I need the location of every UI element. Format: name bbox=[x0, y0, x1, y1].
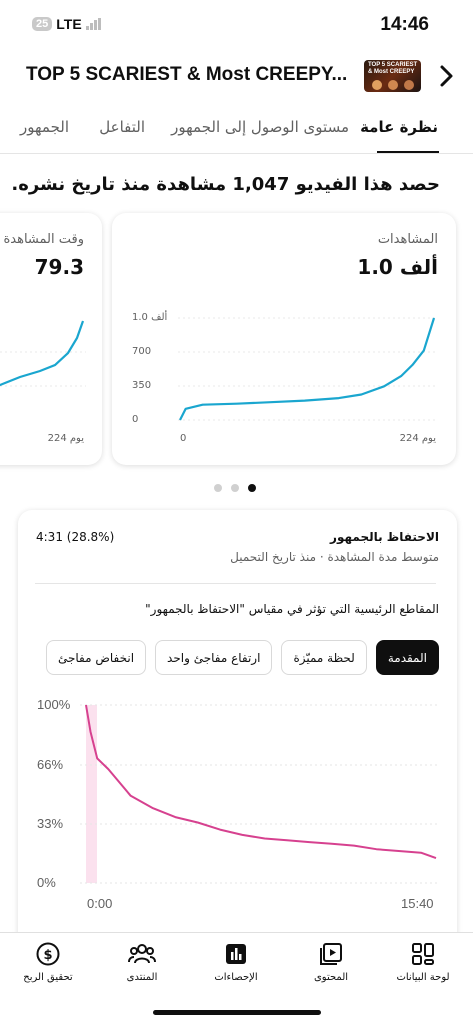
chip-top-moment[interactable]: لحظة مميّزة bbox=[281, 640, 367, 675]
thumbnail-text: TOP 5 SCARIEST & Most CREEPY bbox=[368, 62, 418, 75]
divider bbox=[35, 583, 436, 584]
nav-label: الإحصاءات bbox=[214, 972, 258, 983]
y-tick: 0% bbox=[37, 875, 56, 890]
nav-content[interactable]: المحتوى bbox=[286, 941, 376, 983]
y-tick: 350 bbox=[132, 380, 152, 391]
y-tick: 33% bbox=[37, 816, 64, 831]
community-icon bbox=[128, 944, 156, 964]
views-chart bbox=[178, 317, 436, 421]
watch-time-chart bbox=[0, 320, 86, 387]
chip-intro[interactable]: المقدمة bbox=[375, 640, 439, 675]
status-time: 14:46 bbox=[380, 14, 429, 35]
views-label: المشاهدات bbox=[377, 232, 438, 247]
y-tick: 700 bbox=[132, 346, 152, 357]
nav-label: المنتدى bbox=[126, 972, 158, 983]
retention-subtitle: متوسط مدة المشاهدة · منذ تاريخ التحميل bbox=[230, 550, 439, 564]
tab-engagement[interactable]: التفاعل bbox=[99, 118, 145, 136]
analytics-icon bbox=[226, 944, 246, 964]
nav-dashboard[interactable]: لوحة البيانات bbox=[378, 941, 468, 983]
video-title: TOP 5 SCARIEST & Most CREEPY... bbox=[26, 64, 348, 85]
retention-title: الاحتفاظ بالجمهور bbox=[330, 530, 439, 544]
key-moments-heading: المقاطع الرئيسية التي تؤثر في مقياس "الا… bbox=[145, 602, 439, 616]
content-icon bbox=[320, 943, 342, 965]
retention-value: 4:31 (28.8%) bbox=[36, 530, 115, 544]
y-tick: 100% bbox=[37, 697, 71, 712]
svg-text:$: $ bbox=[43, 948, 52, 963]
battery-indicator: 25 bbox=[32, 17, 53, 31]
carousel-pagination bbox=[214, 484, 256, 492]
nav-earn[interactable]: $ تحقيق الربح bbox=[3, 941, 93, 983]
nav-label: تحقيق الربح bbox=[23, 972, 73, 983]
page-dot-active[interactable] bbox=[248, 484, 256, 492]
y-tick: 0 bbox=[132, 414, 139, 425]
watch-time-value: 79.3 bbox=[34, 255, 84, 279]
earn-icon: $ bbox=[36, 942, 60, 966]
page-dot[interactable] bbox=[231, 484, 239, 492]
x-tick-start: 0 bbox=[180, 433, 187, 444]
dashboard-icon bbox=[412, 943, 434, 965]
network-label: LTE bbox=[56, 16, 82, 32]
retention-series-line bbox=[85, 704, 437, 860]
chip-row: المقدمة لحظة مميّزة ارتفاع مفاجئ واحد ان… bbox=[18, 640, 457, 676]
watch-time-series-line bbox=[0, 320, 85, 387]
x-tick-start: 0:00 bbox=[87, 896, 113, 911]
x-tick-end: 224 يوم bbox=[399, 433, 436, 444]
tab-bar: نظرة عامة مستوى الوصول إلى الجمهور التفا… bbox=[0, 112, 473, 154]
x-tick-end: 224 يوم bbox=[47, 433, 84, 444]
views-series-line bbox=[179, 317, 436, 421]
views-value: 1.0 ألف bbox=[357, 255, 438, 279]
watch-time-card[interactable]: وقت المشاهدة 79.3 224 يوم bbox=[0, 213, 102, 465]
tab-reach[interactable]: مستوى الوصول إلى الجمهور bbox=[171, 118, 349, 136]
chip-spike[interactable]: ارتفاع مفاجئ واحد bbox=[155, 640, 273, 675]
page-dot[interactable] bbox=[214, 484, 222, 492]
status-left: 25 LTE bbox=[32, 16, 101, 32]
home-indicator bbox=[153, 1010, 321, 1015]
summary-headline: حصد هذا الفيديو 1,047 مشاهدة منذ تاريخ ن… bbox=[11, 174, 440, 195]
x-tick-end: 15:40 bbox=[401, 896, 434, 911]
nav-label: لوحة البيانات bbox=[396, 972, 450, 983]
chevron-right-icon[interactable] bbox=[438, 64, 454, 92]
chip-dip[interactable]: انخفاض مفاجئ bbox=[45, 640, 147, 675]
y-tick: 1.0 ألف bbox=[132, 312, 168, 323]
y-tick: 66% bbox=[37, 757, 64, 772]
watch-time-label: وقت المشاهدة bbox=[3, 232, 84, 247]
retention-chart bbox=[80, 704, 438, 884]
tab-audience[interactable]: الجمهور bbox=[20, 118, 69, 136]
nav-label: المحتوى bbox=[313, 972, 349, 983]
nav-community[interactable]: المنتدى bbox=[97, 941, 187, 983]
active-tab-indicator bbox=[377, 151, 439, 153]
tab-overview[interactable]: نظرة عامة bbox=[360, 118, 438, 136]
video-thumbnail[interactable]: TOP 5 SCARIEST & Most CREEPY bbox=[364, 60, 421, 92]
nav-analytics[interactable]: الإحصاءات bbox=[191, 941, 281, 983]
signal-icon bbox=[85, 18, 101, 30]
views-card[interactable]: المشاهدات 1.0 ألف 1.0 ألف 700 350 0 0 22… bbox=[112, 213, 456, 465]
